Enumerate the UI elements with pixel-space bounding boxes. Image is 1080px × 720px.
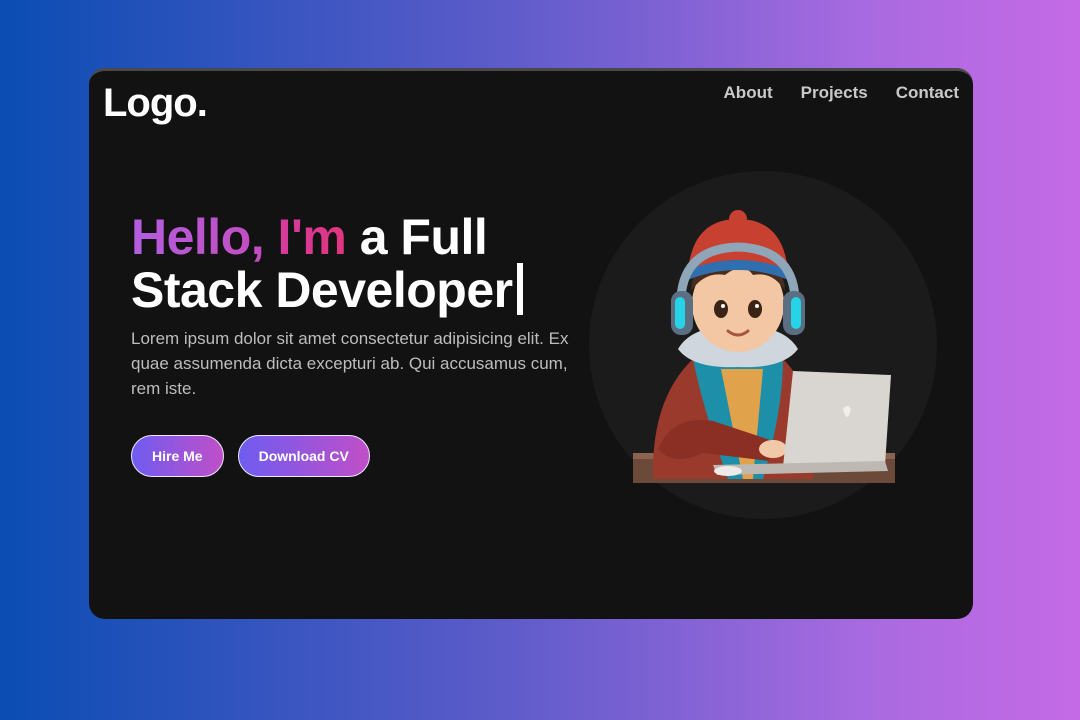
main-nav: About Projects Contact <box>724 83 959 103</box>
headline-im: I'm <box>277 209 347 265</box>
typing-cursor <box>516 263 523 315</box>
developer-avatar-icon <box>633 210 895 483</box>
hero-text: Hello, I'm a Full Stack Developer Lorem … <box>131 211 601 477</box>
nav-link-contact[interactable]: Contact <box>896 83 959 103</box>
headline-rest-1: a Full <box>359 209 488 265</box>
hero-headline: Hello, I'm a Full Stack Developer <box>131 211 601 316</box>
download-cv-button[interactable]: Download CV <box>237 435 370 477</box>
nav-link-projects[interactable]: Projects <box>801 83 868 103</box>
hero-buttons: Hire Me Download CV <box>131 435 601 477</box>
headline-rest-2: Stack Developer <box>131 262 513 318</box>
headline-hello: Hello, <box>131 209 265 265</box>
hire-me-button[interactable]: Hire Me <box>131 435 224 477</box>
nav-link-about[interactable]: About <box>724 83 773 103</box>
portfolio-card: Logo. About Projects Contact Hello, I'm … <box>89 68 973 619</box>
hero-description: Lorem ipsum dolor sit amet consectetur a… <box>131 329 569 398</box>
logo[interactable]: Logo. <box>103 81 208 126</box>
